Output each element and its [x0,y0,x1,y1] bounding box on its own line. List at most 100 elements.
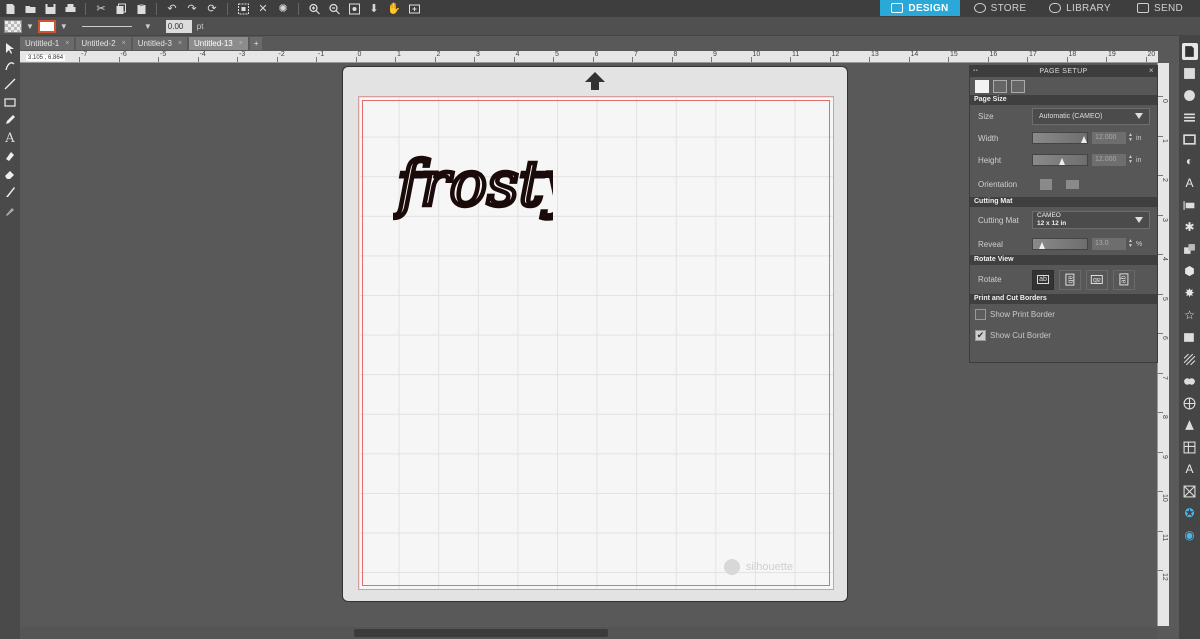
show-cut-border-checkbox[interactable]: ✔ [975,330,986,341]
open-folder-icon[interactable] [21,2,39,16]
redraw-icon[interactable]: ⟳ [203,2,221,16]
slider-knob[interactable] [1059,158,1065,165]
pan-hand-icon[interactable]: ✋ [385,2,403,16]
page-tab-icon[interactable] [975,79,989,93]
undo-icon[interactable]: ↶ [163,2,181,16]
line-color-icon[interactable] [1182,131,1198,148]
vertical-scrollbar[interactable] [1170,63,1178,626]
zoom-fit-icon[interactable] [345,2,363,16]
registration-marks-icon[interactable] [1182,65,1198,82]
new-document-icon[interactable] [1,2,19,16]
weld-icon[interactable] [1182,373,1198,390]
background-tab-icon[interactable] [1011,79,1025,93]
zoom-in-icon[interactable] [305,2,323,16]
modify-icon[interactable]: ⬢ [1182,263,1198,280]
align-icon[interactable] [1182,197,1198,214]
show-print-border-row[interactable]: Show Print Border [970,304,1157,325]
move-down-icon[interactable]: ⬇ [365,2,383,16]
cutting-mat-dropdown[interactable]: CAMEO 12 x 12 in [1032,211,1150,229]
shadow-icon[interactable]: ◐ [1182,153,1198,170]
tab-library[interactable]: LIBRARY [1040,0,1120,16]
copy-icon[interactable] [112,2,130,16]
design-text-object[interactable]: frosty [393,125,553,235]
eraser-tool-icon[interactable] [2,166,18,182]
chevron-down-icon[interactable]: ▼ [26,22,34,31]
paste-icon[interactable] [132,2,150,16]
line-style-selector[interactable] [81,25,132,27]
close-icon[interactable]: × [1149,66,1154,75]
text-tool-icon[interactable]: A [2,130,18,146]
rotate-270-button[interactable]: ab [1113,269,1135,290]
rectangle-tool-icon[interactable] [2,94,18,110]
trace-icon[interactable]: ☆ [1182,307,1198,324]
rotate-180-button[interactable]: ab [1086,269,1108,290]
grip-icon[interactable]: ▪▪ [973,68,978,74]
tab-send[interactable]: SEND [1120,0,1200,16]
print-icon[interactable] [61,2,79,16]
design-page[interactable]: frosty silhouette [358,96,834,590]
reveal-slider[interactable] [1032,238,1088,250]
text-style-icon[interactable]: A [1182,175,1198,192]
doc-tab-untitled-1[interactable]: Untitled-1 × [20,37,75,50]
fit-page-icon[interactable] [405,2,423,16]
edit-points-icon[interactable] [2,58,18,74]
pencil-tool-icon[interactable] [2,112,18,128]
redo-icon[interactable]: ↷ [183,2,201,16]
height-input[interactable]: 12.000 [1092,154,1126,166]
slider-knob[interactable] [1081,136,1087,143]
page-setup-icon[interactable] [1181,42,1198,60]
spinner-icon[interactable]: ▲ ▼ [1128,133,1133,143]
line-tool-icon[interactable] [2,76,18,92]
nesting-icon[interactable] [1182,439,1198,456]
doc-tab-untitled-13[interactable]: Untitled-13 × [189,37,248,50]
show-cut-border-row[interactable]: ✔ Show Cut Border [970,325,1157,346]
fill-tool-icon[interactable] [2,148,18,164]
font-icon[interactable]: A [1182,461,1198,478]
knife-tool-icon[interactable] [2,184,18,200]
eyedropper-icon[interactable] [2,202,18,218]
rotate-90-button[interactable]: ab [1059,269,1081,290]
select-arrow-icon[interactable] [2,40,18,56]
replicate-icon[interactable] [1182,241,1198,258]
landscape-orientation-icon[interactable] [1066,179,1079,189]
add-tab-button[interactable]: + [249,37,263,50]
chevron-down-icon[interactable]: ▼ [144,22,152,31]
tab-design[interactable]: DESIGN [880,0,960,16]
horizontal-scrollbar[interactable] [20,627,1157,639]
close-icon[interactable]: × [122,37,126,50]
spinner-icon[interactable]: ▲ ▼ [1128,155,1133,165]
fill-color-swatch[interactable] [4,19,22,33]
slider-knob[interactable] [1039,242,1045,249]
settings-gear-icon[interactable]: ✺ [274,2,292,16]
offset-icon[interactable]: ✸ [1182,285,1198,302]
silhouette-connect-icon[interactable]: ✪ [1182,505,1198,522]
deselect-icon[interactable]: ✕ [254,2,272,16]
library-grid-icon[interactable] [1182,483,1198,500]
emboss-icon[interactable] [1182,417,1198,434]
doc-tab-untitled-2[interactable]: Untitled-2 × [76,37,131,50]
portrait-orientation-icon[interactable] [1040,178,1052,190]
close-icon[interactable]: × [178,37,182,50]
reveal-input[interactable]: 13.0 [1092,238,1126,250]
show-print-border-checkbox[interactable] [975,309,986,320]
scroll-thumb[interactable] [354,629,608,637]
close-icon[interactable]: × [65,37,69,50]
line-style-icon[interactable] [1182,109,1198,126]
doc-tab-untitled-3[interactable]: Untitled-3 × [132,37,188,50]
fill-palette-icon[interactable] [1182,87,1198,104]
spinner-icon[interactable]: ▲ ▼ [1128,239,1133,249]
chevron-down-icon[interactable]: ▼ [60,22,68,31]
cut-icon[interactable]: ✂ [92,2,110,16]
line-color-swatch[interactable] [37,19,56,33]
line-width-input[interactable]: 0.00 [165,19,192,33]
tab-store[interactable]: STORE [960,0,1040,16]
sketch-icon[interactable] [1182,329,1198,346]
sync-icon[interactable]: ◉ [1182,527,1198,544]
select-all-icon[interactable] [234,2,252,16]
width-input[interactable]: 12.000 [1092,132,1126,144]
grid-tab-icon[interactable] [993,79,1007,93]
panel-title-bar[interactable]: ▪▪ PAGE SETUP × [970,66,1157,77]
transform-icon[interactable]: ✱ [1182,219,1198,236]
height-slider[interactable] [1032,154,1088,166]
save-icon[interactable] [41,2,59,16]
